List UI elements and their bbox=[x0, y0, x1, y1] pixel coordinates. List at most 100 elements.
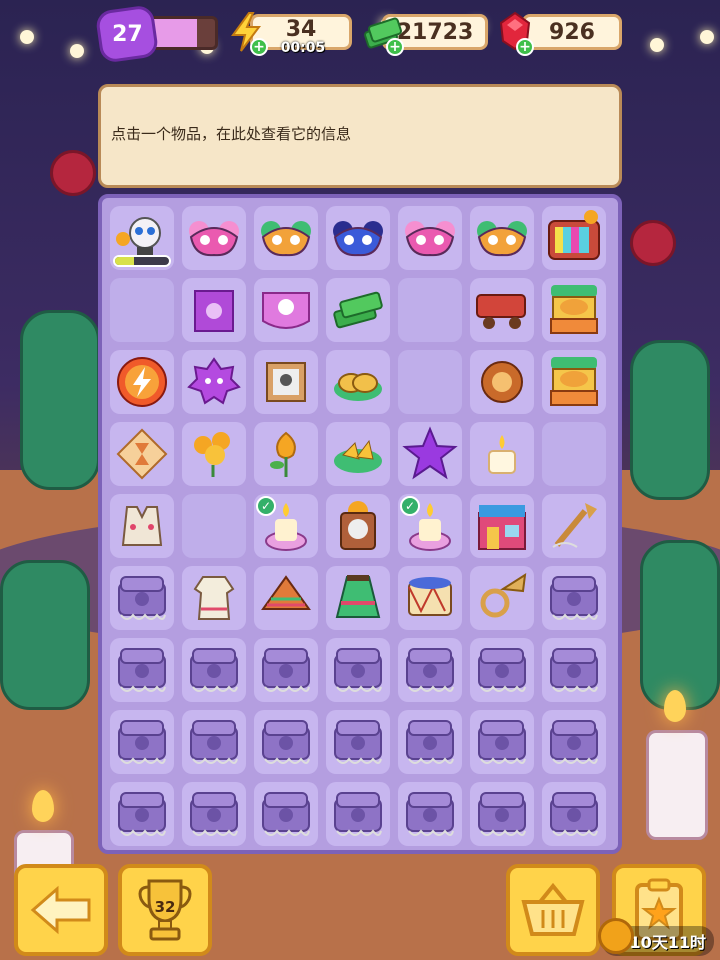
basket-button[interactable] bbox=[506, 864, 600, 956]
marigold-mask-icon[interactable] bbox=[257, 209, 315, 267]
board-cell[interactable] bbox=[326, 278, 390, 342]
cash-stack-icon[interactable] bbox=[329, 281, 387, 339]
locked-skull-box-icon[interactable] bbox=[185, 785, 243, 843]
board-cell-empty[interactable] bbox=[542, 422, 606, 486]
board-cell[interactable] bbox=[182, 782, 246, 846]
marigold-bud-icon[interactable] bbox=[257, 425, 315, 483]
locked-skull-box-icon[interactable] bbox=[257, 641, 315, 699]
board-cell[interactable] bbox=[182, 710, 246, 774]
locked-skull-box-icon[interactable] bbox=[329, 713, 387, 771]
board-cell[interactable] bbox=[326, 638, 390, 702]
board-cell[interactable] bbox=[110, 782, 174, 846]
board-cell-empty[interactable] bbox=[398, 278, 462, 342]
skull-altar-icon[interactable] bbox=[329, 497, 387, 555]
poncho-icon[interactable] bbox=[257, 569, 315, 627]
board-cell[interactable] bbox=[254, 350, 318, 414]
board-cell[interactable] bbox=[470, 350, 534, 414]
embroidered-vest-icon[interactable] bbox=[113, 497, 171, 555]
board-cell[interactable] bbox=[326, 782, 390, 846]
board-cell[interactable] bbox=[110, 566, 174, 630]
board-cell[interactable] bbox=[470, 422, 534, 486]
board-cell[interactable] bbox=[542, 710, 606, 774]
pink-flower-mask-icon[interactable] bbox=[185, 209, 243, 267]
board-cell[interactable] bbox=[326, 422, 390, 486]
pink-flower-mask-icon[interactable] bbox=[401, 209, 459, 267]
locked-skull-box-icon[interactable] bbox=[257, 785, 315, 843]
purple-star-blob-icon[interactable] bbox=[185, 353, 243, 411]
board-cell[interactable] bbox=[542, 638, 606, 702]
locked-skull-box-icon[interactable] bbox=[401, 713, 459, 771]
board-cell[interactable] bbox=[326, 710, 390, 774]
marigold-bunch-icon[interactable] bbox=[185, 425, 243, 483]
board-cell[interactable] bbox=[326, 206, 390, 270]
board-cell[interactable] bbox=[542, 278, 606, 342]
board-cell[interactable] bbox=[326, 494, 390, 558]
pan-de-muerto-icon[interactable] bbox=[473, 353, 531, 411]
board-cell[interactable] bbox=[470, 494, 534, 558]
board-cell[interactable] bbox=[110, 350, 174, 414]
locked-skull-box-icon[interactable] bbox=[257, 713, 315, 771]
empanada-plate-icon[interactable] bbox=[329, 353, 387, 411]
locked-skull-box-icon[interactable] bbox=[329, 641, 387, 699]
folk-skirt-icon[interactable] bbox=[329, 569, 387, 627]
marigold-mask-icon[interactable] bbox=[473, 209, 531, 267]
board-cell[interactable] bbox=[542, 350, 606, 414]
board-cell[interactable] bbox=[542, 566, 606, 630]
locked-skull-box-icon[interactable] bbox=[473, 713, 531, 771]
locked-skull-box-icon[interactable] bbox=[185, 713, 243, 771]
board-cell[interactable] bbox=[398, 566, 462, 630]
purple-star-icon[interactable] bbox=[401, 425, 459, 483]
locked-skull-box-icon[interactable] bbox=[545, 569, 603, 627]
gem-counter[interactable]: 926 bbox=[522, 14, 622, 50]
taco-food-stall-icon[interactable] bbox=[545, 281, 603, 339]
board-cell[interactable] bbox=[110, 422, 174, 486]
board-cell[interactable] bbox=[542, 494, 606, 558]
board-cell[interactable] bbox=[182, 278, 246, 342]
board-cell[interactable] bbox=[110, 206, 174, 270]
candle-small-icon[interactable] bbox=[473, 425, 531, 483]
locked-skull-box-icon[interactable] bbox=[185, 641, 243, 699]
board-cell[interactable] bbox=[398, 206, 462, 270]
locked-skull-box-icon[interactable] bbox=[473, 641, 531, 699]
blue-flower-mask-icon[interactable] bbox=[329, 209, 387, 267]
board-cell[interactable] bbox=[542, 782, 606, 846]
hourglass-tile-icon[interactable] bbox=[113, 425, 171, 483]
locked-skull-box-icon[interactable] bbox=[545, 785, 603, 843]
locked-skull-box-icon[interactable] bbox=[545, 713, 603, 771]
board-cell[interactable] bbox=[326, 566, 390, 630]
board-cell-empty[interactable] bbox=[398, 350, 462, 414]
trumpet-web-icon[interactable] bbox=[545, 497, 603, 555]
board-cell[interactable] bbox=[182, 422, 246, 486]
framed-photo-icon[interactable] bbox=[257, 353, 315, 411]
retro-tv-icon[interactable] bbox=[545, 209, 603, 267]
board-cell[interactable] bbox=[254, 638, 318, 702]
locked-skull-box-icon[interactable] bbox=[329, 785, 387, 843]
board-cell[interactable] bbox=[398, 710, 462, 774]
board-cell[interactable] bbox=[542, 206, 606, 270]
back-button[interactable] bbox=[14, 864, 108, 956]
trophy-button[interactable]: 32 bbox=[118, 864, 212, 956]
board-cell[interactable] bbox=[110, 710, 174, 774]
board-cell[interactable] bbox=[182, 638, 246, 702]
tuba-icon[interactable] bbox=[473, 569, 531, 627]
board-cell[interactable] bbox=[470, 710, 534, 774]
red-cart-icon[interactable] bbox=[473, 281, 531, 339]
board-cell[interactable] bbox=[470, 782, 534, 846]
taco-food-stall-icon[interactable] bbox=[545, 353, 603, 411]
board-cell[interactable]: ✓ bbox=[398, 494, 462, 558]
board-cell[interactable] bbox=[254, 566, 318, 630]
papel-picado-purple-icon[interactable] bbox=[185, 281, 243, 339]
board-cell[interactable] bbox=[470, 638, 534, 702]
embroidered-dress-icon[interactable] bbox=[185, 569, 243, 627]
board-cell[interactable]: ✓ bbox=[254, 494, 318, 558]
board-cell[interactable] bbox=[254, 278, 318, 342]
board-cell[interactable] bbox=[110, 638, 174, 702]
add-cash-button[interactable]: + bbox=[386, 38, 404, 56]
locked-skull-box-icon[interactable] bbox=[113, 713, 171, 771]
festive-shop-icon[interactable] bbox=[473, 497, 531, 555]
locked-skull-box-icon[interactable] bbox=[113, 641, 171, 699]
locked-skull-box-icon[interactable] bbox=[113, 569, 171, 627]
board-cell[interactable] bbox=[182, 566, 246, 630]
level-badge[interactable]: 27 bbox=[94, 4, 160, 64]
board-cell-empty[interactable] bbox=[182, 494, 246, 558]
